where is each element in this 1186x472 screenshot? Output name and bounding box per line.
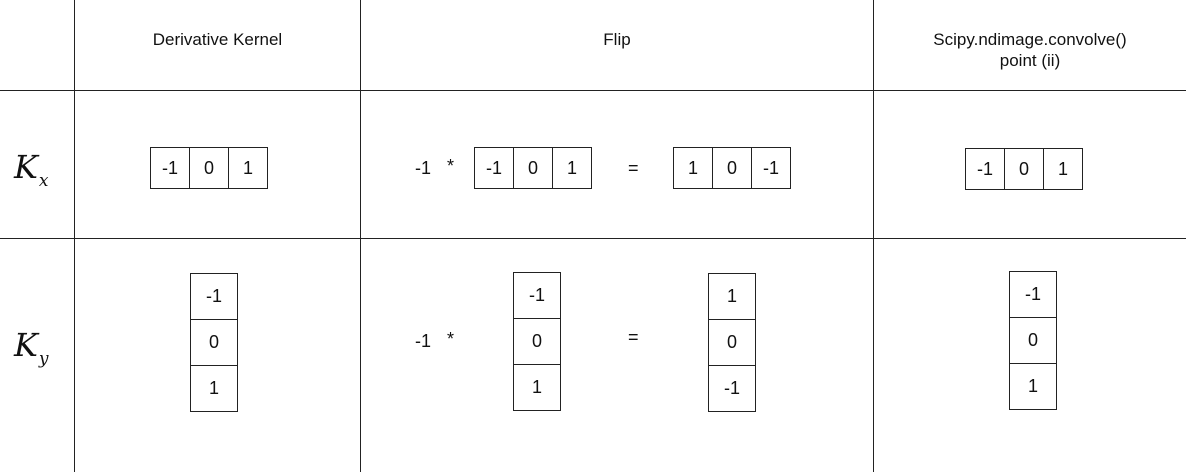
header-derivative-kernel: Derivative Kernel	[152, 30, 283, 49]
kernel-cell: 0	[513, 318, 561, 365]
kernel-cell: -1	[708, 365, 756, 412]
kernel-cell: 0	[189, 147, 229, 189]
kernel-cell: -1	[965, 148, 1005, 190]
kx-scipy-kernel: -1 0 1	[965, 148, 1083, 190]
ky-flip-result-kernel: 1 0 -1	[708, 273, 756, 412]
kernel-cell: 0	[1009, 317, 1057, 364]
kernel-cell: 0	[1004, 148, 1044, 190]
row-label-kx-subscript: x	[38, 171, 49, 191]
kx-flip-result-kernel: 1 0 -1	[673, 147, 791, 189]
kernel-cell: 0	[513, 147, 553, 189]
header-scipy-line2: point (ii)	[999, 51, 1061, 70]
kernel-cell: 0	[708, 319, 756, 366]
kernel-cell: -1	[150, 147, 190, 189]
kernel-cell: 1	[228, 147, 268, 189]
kernel-cell: 0	[712, 147, 752, 189]
grid-divider-col1	[74, 0, 75, 472]
kernel-cell: -1	[513, 272, 561, 319]
row-label-ky-subscript: y	[38, 349, 49, 369]
kernel-cell: 1	[673, 147, 713, 189]
header-flip: Flip	[603, 30, 631, 49]
kernel-cell: 1	[190, 365, 238, 412]
kx-flip-factor: -1	[415, 158, 432, 178]
kx-flip-input-kernel: -1 0 1	[474, 147, 592, 189]
header-scipy-line1: Scipy.ndimage.convolve()	[933, 30, 1127, 49]
kernel-cell: 0	[190, 319, 238, 366]
row-label-ky-symbol: K	[14, 326, 38, 364]
grid-divider-row2	[0, 238, 1186, 239]
kernel-cell: -1	[474, 147, 514, 189]
kernel-cell: 1	[552, 147, 592, 189]
ky-derivative-kernel: -1 0 1	[190, 273, 238, 412]
kernel-cell: -1	[1009, 271, 1057, 318]
kx-flip-equals: =	[628, 158, 639, 178]
kx-derivative-kernel: -1 0 1	[150, 147, 268, 189]
kernel-cell: -1	[751, 147, 791, 189]
ky-flip-multiply: *	[447, 329, 455, 349]
ky-flip-equals: =	[628, 327, 639, 347]
header-scipy: Scipy.ndimage.convolve() point (ii)	[874, 29, 1186, 71]
kernel-cell: 1	[708, 273, 756, 320]
ky-flip-factor: -1	[415, 331, 432, 351]
kernel-cell: -1	[190, 273, 238, 320]
kernel-cell: 1	[1043, 148, 1083, 190]
ky-scipy-kernel: -1 0 1	[1009, 271, 1057, 410]
row-label-kx: Kx	[14, 148, 49, 191]
row-label-kx-symbol: K	[14, 148, 38, 186]
grid-divider-col2	[360, 0, 361, 472]
kx-flip-multiply: *	[447, 156, 455, 176]
kernel-cell: 1	[513, 364, 561, 411]
row-label-ky: Ky	[14, 326, 49, 369]
grid-divider-row1	[0, 90, 1186, 91]
ky-flip-input-kernel: -1 0 1	[513, 272, 561, 411]
kernel-cell: 1	[1009, 363, 1057, 410]
